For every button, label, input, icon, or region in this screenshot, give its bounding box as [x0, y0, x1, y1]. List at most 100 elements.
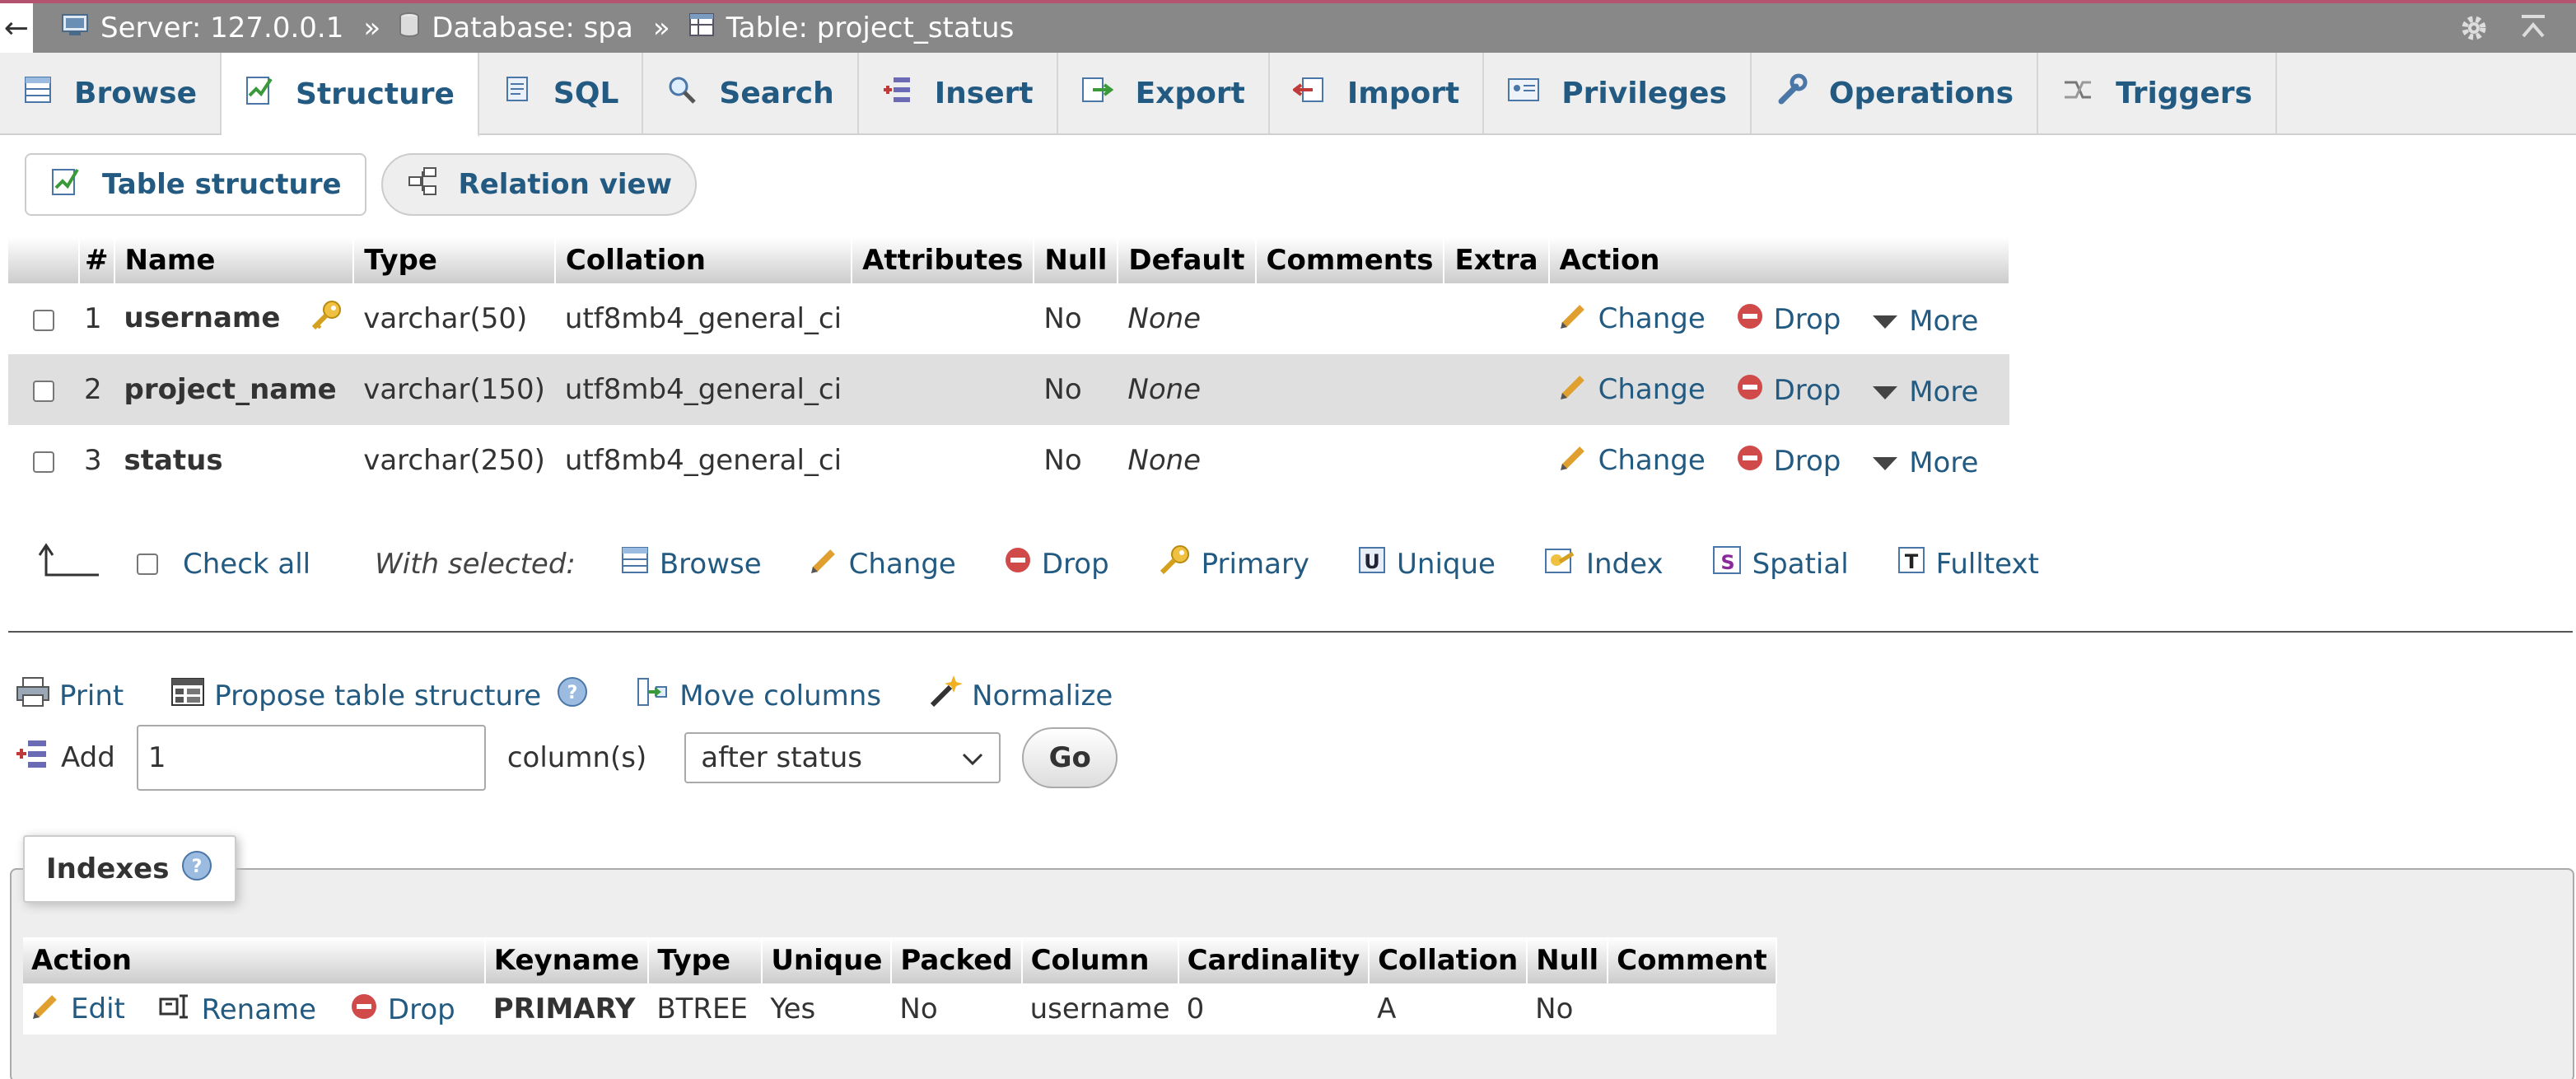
- index-collation: A: [1369, 983, 1528, 1035]
- bulk-change-button[interactable]: Change: [810, 545, 956, 582]
- server-icon: [61, 12, 89, 44]
- svg-text:T: T: [1904, 550, 1918, 573]
- header-packed: Packed: [891, 937, 1023, 983]
- tab-privileges[interactable]: Privileges: [1484, 53, 1752, 133]
- index-cardinality: 0: [1178, 983, 1370, 1035]
- bulk-fulltext-button[interactable]: T Fulltext: [1897, 545, 2039, 582]
- database-icon: [399, 12, 420, 45]
- go-button[interactable]: Go: [1022, 727, 1118, 788]
- header-name[interactable]: Name: [114, 237, 355, 283]
- header-null: Null: [1527, 937, 1609, 983]
- tab-browse[interactable]: Browse: [0, 53, 222, 133]
- breadcrumb-database[interactable]: Database: spa: [399, 12, 633, 45]
- magic-wand-icon: [927, 674, 964, 717]
- breadcrumb-server-label: Server: 127.0.0.1: [100, 12, 344, 44]
- header-extra[interactable]: Extra: [1444, 237, 1550, 283]
- tab-import[interactable]: Import: [1270, 53, 1485, 133]
- column-name: username: [124, 301, 281, 334]
- collapse-icon[interactable]: [2518, 12, 2548, 52]
- header-null[interactable]: Null: [1034, 237, 1119, 283]
- bulk-browse-button[interactable]: Browse: [620, 545, 762, 582]
- more-dropdown[interactable]: More: [1871, 305, 1978, 338]
- header-comments[interactable]: Comments: [1255, 237, 1445, 283]
- back-button[interactable]: ←: [0, 3, 33, 53]
- row-checkbox[interactable]: [33, 451, 54, 473]
- column-position-value: after status: [701, 741, 862, 774]
- column-extra: [1444, 354, 1549, 425]
- move-columns-link[interactable]: Move columns: [635, 675, 881, 716]
- settings-gear-icon[interactable]: [2457, 12, 2490, 52]
- header-default[interactable]: Default: [1118, 237, 1257, 283]
- add-label: Add: [61, 741, 115, 774]
- breadcrumb-separator: »: [652, 12, 670, 44]
- header-collation[interactable]: Collation: [554, 237, 853, 283]
- tab-insert[interactable]: Insert: [859, 53, 1058, 133]
- change-link[interactable]: Change: [1559, 301, 1706, 338]
- drop-icon: [1736, 373, 1764, 409]
- subtab-table-structure[interactable]: Table structure: [25, 153, 366, 216]
- drop-link[interactable]: Drop: [1736, 444, 1841, 479]
- breadcrumb-table[interactable]: Table: project_status: [688, 12, 1014, 44]
- print-link[interactable]: Print: [15, 675, 124, 716]
- help-icon[interactable]: ?: [180, 849, 213, 890]
- normalize-link[interactable]: Normalize: [927, 674, 1113, 717]
- wrench-icon: [1775, 73, 1808, 114]
- column-attributes: [852, 283, 1034, 354]
- drop-index-link[interactable]: Drop: [350, 993, 455, 1028]
- tab-sql[interactable]: SQL: [479, 53, 644, 133]
- svg-text:?: ?: [192, 857, 203, 877]
- server-breadcrumb-bar: ← Server: 127.0.0.1 » Database: spa » Ta…: [0, 0, 2576, 53]
- browse-icon: [23, 75, 53, 112]
- more-dropdown[interactable]: More: [1871, 446, 1978, 479]
- table-row: 1 username varchar(50) utf8mb4_general_c…: [8, 283, 2010, 354]
- drop-link[interactable]: Drop: [1736, 373, 1841, 409]
- change-link[interactable]: Change: [1559, 442, 1706, 479]
- bulk-index-button[interactable]: Index: [1543, 545, 1664, 582]
- drop-link[interactable]: Drop: [1736, 302, 1841, 338]
- column-comments: [1255, 425, 1444, 496]
- columns-unit-label: column(s): [506, 741, 647, 774]
- header-number: #: [79, 237, 115, 283]
- tab-export[interactable]: Export: [1058, 53, 1270, 133]
- bulk-spatial-button[interactable]: S Spatial: [1711, 544, 1849, 583]
- row-checkbox[interactable]: [33, 380, 54, 402]
- tab-label: Triggers: [2116, 76, 2252, 110]
- check-all-label[interactable]: Check all: [183, 548, 310, 581]
- table-structure-icon: [49, 165, 82, 205]
- tab-operations[interactable]: Operations: [1752, 53, 2039, 133]
- caret-down-icon: [1871, 446, 1899, 479]
- bulk-drop-button[interactable]: Drop: [1004, 546, 1109, 582]
- more-dropdown[interactable]: More: [1871, 376, 1978, 409]
- bulk-primary-button[interactable]: Primary: [1157, 543, 1309, 585]
- tab-triggers[interactable]: Triggers: [2038, 53, 2277, 133]
- subtab-relation-view[interactable]: Relation view: [380, 153, 697, 216]
- propose-structure-link[interactable]: Propose table structure: [170, 675, 541, 716]
- with-selected-label: With selected:: [375, 547, 576, 581]
- column-position-select[interactable]: after status: [684, 732, 1001, 783]
- edit-index-link[interactable]: Edit: [31, 991, 125, 1028]
- subtab-label: Relation view: [458, 168, 672, 201]
- row-checkbox[interactable]: [33, 309, 54, 331]
- bulk-unique-button[interactable]: U Unique: [1357, 545, 1496, 582]
- primary-key-icon: [309, 300, 343, 340]
- change-link[interactable]: Change: [1559, 371, 1706, 409]
- help-icon[interactable]: ?: [556, 675, 589, 716]
- column-type: varchar(50): [353, 283, 555, 354]
- tab-search[interactable]: Search: [643, 53, 859, 133]
- column-comments: [1255, 354, 1444, 425]
- tab-structure[interactable]: Structure: [222, 53, 479, 137]
- breadcrumb-server[interactable]: Server: 127.0.0.1: [61, 12, 343, 44]
- column-number: 3: [79, 425, 114, 496]
- tab-label: Import: [1346, 76, 1460, 110]
- header-type[interactable]: Type: [353, 237, 556, 283]
- rename-index-link[interactable]: Rename: [159, 993, 316, 1028]
- column-count-input[interactable]: 1: [136, 725, 486, 791]
- column-comments: [1255, 283, 1444, 354]
- index-actions: Edit Rename Drop: [23, 983, 485, 1035]
- check-all-checkbox[interactable]: [137, 553, 158, 575]
- header-attributes[interactable]: Attributes: [852, 237, 1035, 283]
- privileges-icon: [1507, 76, 1540, 111]
- table-icon: [688, 12, 715, 44]
- header-cardinality: Cardinality: [1178, 937, 1370, 983]
- insert-icon: [882, 74, 913, 113]
